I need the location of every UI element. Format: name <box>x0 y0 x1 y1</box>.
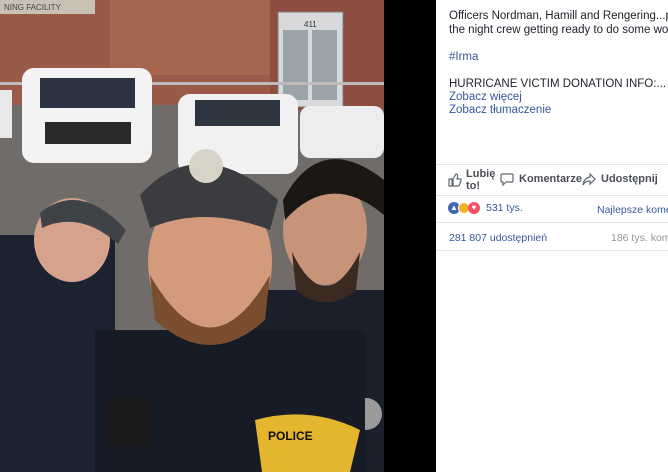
divider <box>436 222 668 223</box>
post-panel: Officers Nordman, Hamill and Rengering..… <box>436 0 668 472</box>
post-text-line2: the night crew getting ready to do some … <box>449 24 668 36</box>
shares-count[interactable]: 281 807 udostępnień <box>449 232 547 244</box>
comments-count[interactable]: 186 tys. kome <box>611 232 668 244</box>
hashtag-link[interactable]: #Irma <box>449 51 478 63</box>
selfie-image: NING FACILITY 411 POLICE <box>0 0 384 472</box>
like-button[interactable]: Lubię to! <box>448 168 498 194</box>
divider <box>436 250 668 251</box>
see-more-link[interactable]: Zobacz więcej <box>449 91 522 103</box>
reactions-summary[interactable]: ▲ ♥ 531 tys. <box>448 201 538 217</box>
like-label-line1: Lubię <box>466 168 496 180</box>
share-icon <box>582 173 596 186</box>
radio <box>105 398 150 446</box>
door-number: 411 <box>304 20 317 29</box>
share-label: Udostępnij <box>601 173 658 185</box>
top-comments-sort[interactable]: Najlepsze komen <box>597 204 668 216</box>
patch-text: POLICE <box>268 429 313 443</box>
see-translation-link[interactable]: Zobacz tłumaczenie <box>449 104 551 116</box>
comment-label: Komentarze <box>519 173 582 185</box>
share-button[interactable]: Udostępnij <box>582 172 668 190</box>
love-reaction-icon: ♥ <box>468 202 480 214</box>
reactions-count: 531 tys. <box>486 202 523 214</box>
like-label-line2: to! <box>466 180 481 192</box>
divider <box>436 195 668 196</box>
divider <box>436 164 668 165</box>
comment-icon <box>500 173 514 186</box>
post-text-line1: Officers Nordman, Hamill and Rengering..… <box>449 10 668 22</box>
donation-text: HURRICANE VICTIM DONATION INFO:... <box>449 78 667 90</box>
thumbs-up-icon <box>448 173 462 187</box>
comment-button[interactable]: Komentarze <box>500 172 582 190</box>
viewer-gap <box>384 0 436 472</box>
building-sign-text: NING FACILITY <box>4 3 62 12</box>
post-photo[interactable]: NING FACILITY 411 POLICE <box>0 0 384 472</box>
